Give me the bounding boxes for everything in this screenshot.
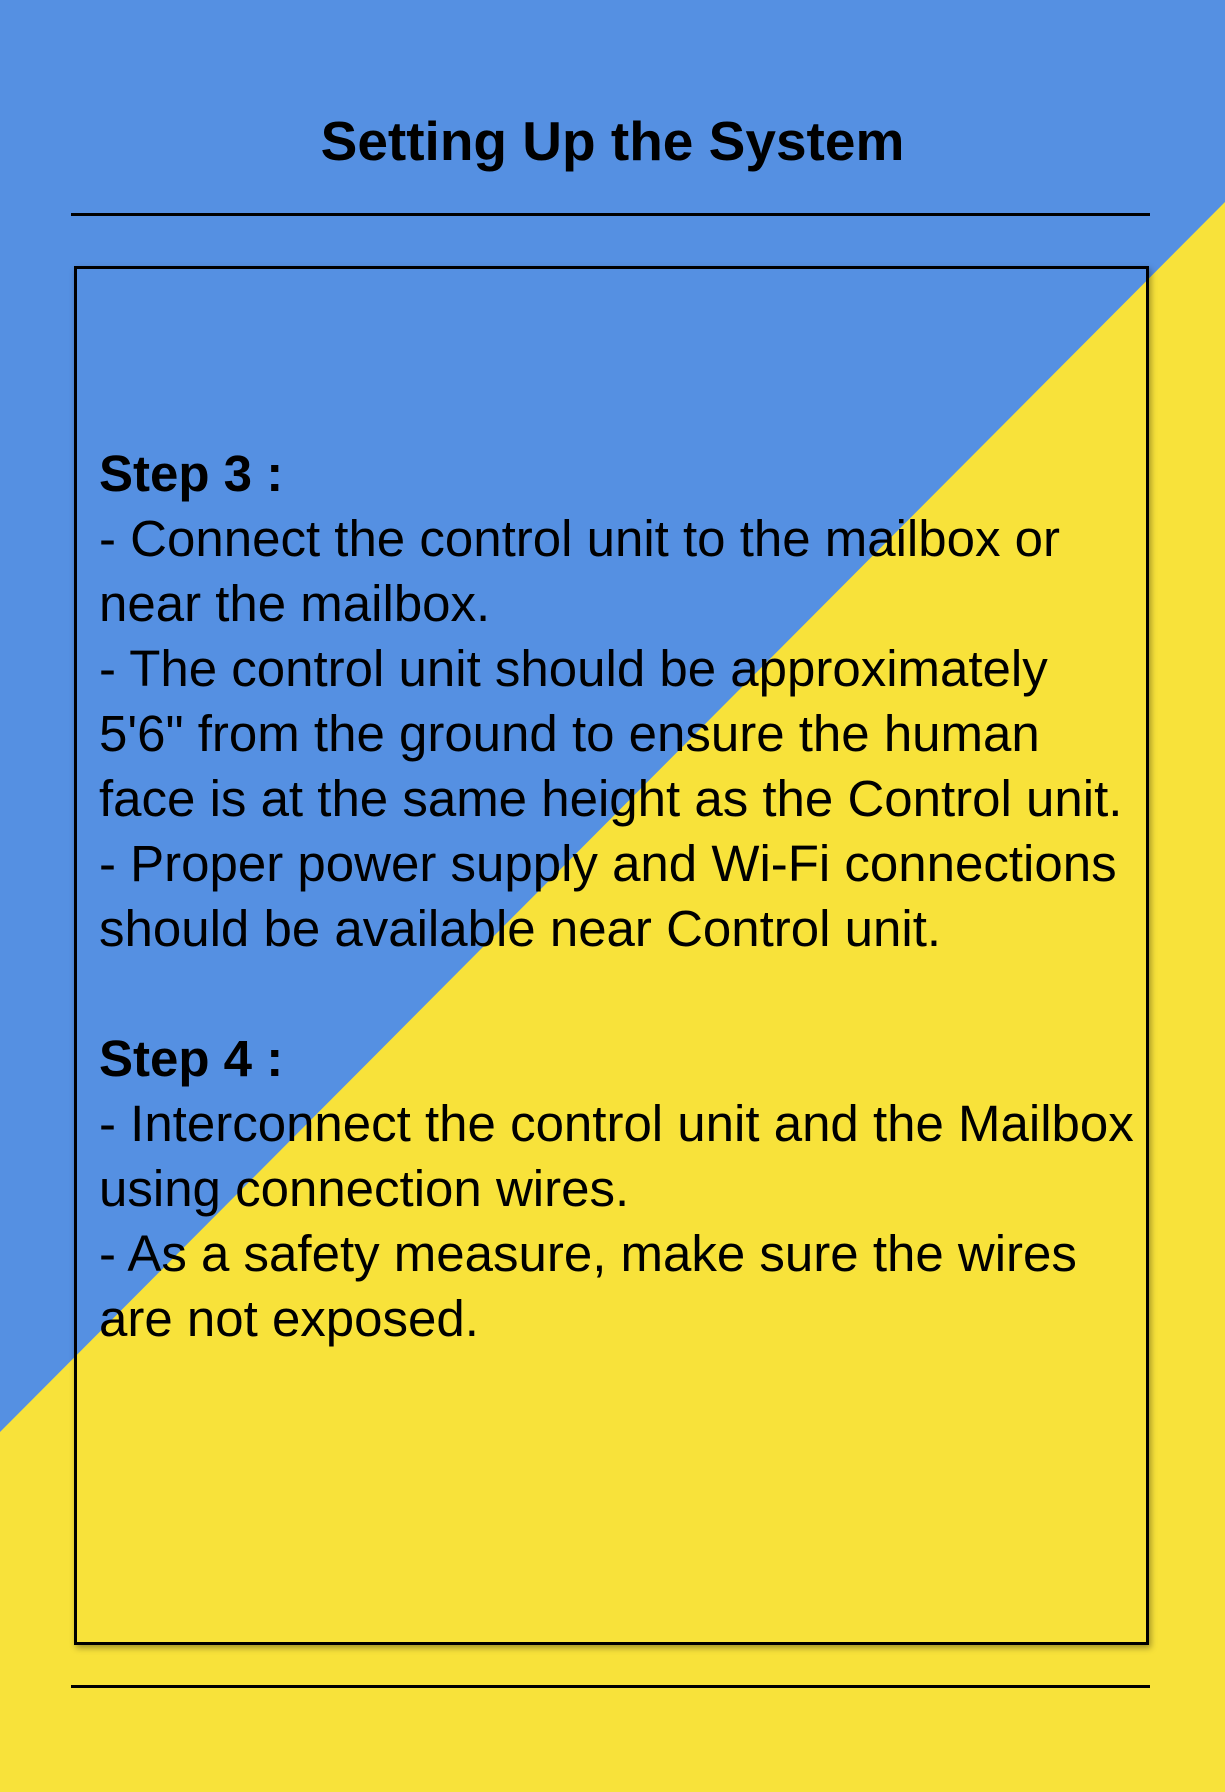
step-line: - Connect the control unit to the mailbo… (99, 510, 1061, 632)
step-4: Step 4 : - Interconnect the control unit… (99, 1026, 1139, 1351)
instruction-content: Step 3 : - Connect the control unit to t… (99, 441, 1139, 1351)
step-line: - As a safety measure, make sure the wir… (99, 1225, 1077, 1347)
page-title: Setting Up the System (320, 110, 905, 172)
step-heading: Step 3 : (99, 445, 284, 502)
top-divider (71, 213, 1150, 216)
step-heading: Step 4 : (99, 1030, 284, 1087)
step-line: - The control unit should be approximate… (99, 640, 1123, 827)
step-line: - Interconnect the control unit and the … (99, 1095, 1134, 1217)
bottom-divider (71, 1685, 1150, 1688)
step-3: Step 3 : - Connect the control unit to t… (99, 441, 1139, 961)
step-line: - Proper power supply and Wi-Fi connecti… (99, 835, 1117, 957)
